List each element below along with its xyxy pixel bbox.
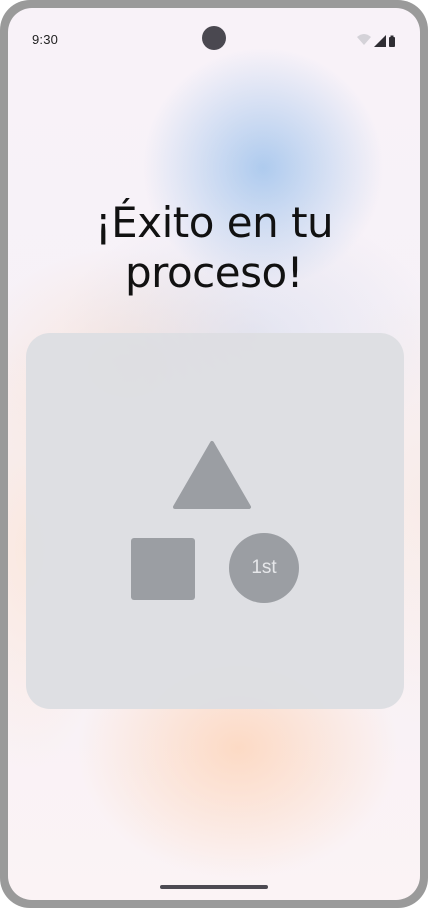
screen: 9:30 ¡Éxito en tu proceso! 1st xyxy=(8,8,420,900)
front-camera xyxy=(202,26,226,50)
illustration-card: 1st xyxy=(26,333,404,709)
status-bar: 9:30 xyxy=(8,8,420,56)
circle-badge: 1st xyxy=(229,533,299,603)
triangle-shape xyxy=(173,441,251,509)
page-title: ¡Éxito en tu proceso! xyxy=(94,198,334,297)
battery-icon xyxy=(389,37,395,47)
status-time: 9:30 xyxy=(32,32,59,47)
home-indicator[interactable] xyxy=(160,885,268,889)
status-icons xyxy=(357,34,395,47)
device-frame: 9:30 ¡Éxito en tu proceso! 1st xyxy=(0,0,428,908)
square-shape xyxy=(131,538,195,600)
wifi-icon xyxy=(357,34,371,45)
badge-label: 1st xyxy=(251,557,277,578)
signal-icon xyxy=(374,35,386,47)
